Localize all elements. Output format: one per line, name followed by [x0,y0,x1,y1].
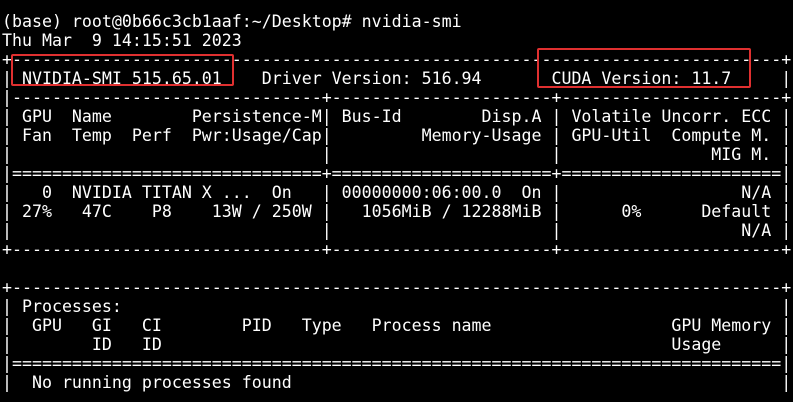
table-separator: |===============================+=======… [2,164,792,183]
nvidia-smi-version-highlight [11,54,234,86]
gpu-data-row-2: | 27% 47C P8 13W / 250W | 1056MiB / 1228… [2,202,792,221]
table-border: +-------------------------------+-------… [2,240,792,259]
gpu-data-row-3: | | | N/A | [2,221,792,240]
processes-header-row-1: | GPU GI CI PID Type Process name GPU Me… [2,316,792,335]
command-prompt-line: (base) root@0b66c3cb1aaf:~/Desktop# nvid… [2,12,462,31]
processes-header-row-2: | ID ID Usage | [2,335,792,354]
table-border: |-------------------------------+-------… [2,88,792,107]
gpu-header-row-3: | | | MIG M. | [2,145,792,164]
processes-title: | Processes: | [2,297,792,316]
gpu-header-row-1: | GPU Name Persistence-M| Bus-Id Disp.A … [2,107,792,126]
table-separator: |=======================================… [2,354,792,373]
gpu-header-row-2: | Fan Temp Perf Pwr:Usage/Cap| Memory-Us… [2,126,792,145]
table-border: +---------------------------------------… [2,278,792,297]
gpu-data-row-1: | 0 NVIDIA TITAN X ... On | 00000000:06:… [2,183,792,202]
no-processes-line: | No running processes found | [2,373,792,392]
cuda-version-highlight [537,48,751,88]
